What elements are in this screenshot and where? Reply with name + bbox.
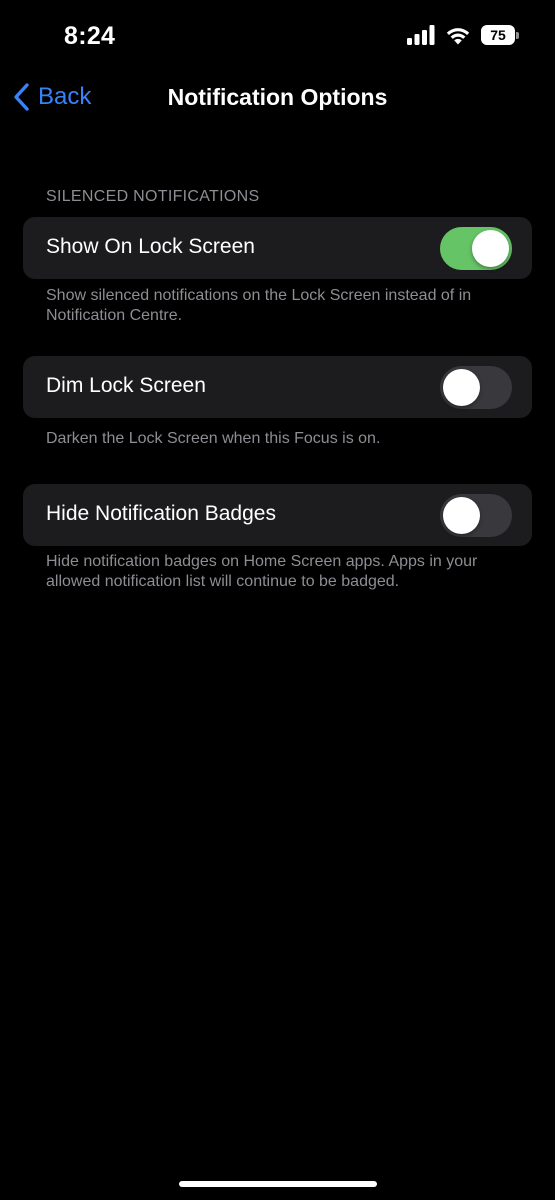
toggle-knob <box>443 497 480 534</box>
setting-footer: Darken the Lock Screen when this Focus i… <box>46 430 381 447</box>
hide-notification-badges-row: Hide Notification Badges <box>23 484 532 546</box>
setting-label: Hide Notification Badges <box>46 502 276 525</box>
status-icons: 75 <box>407 24 519 46</box>
toggle-knob <box>472 230 509 267</box>
battery-cap <box>516 31 519 39</box>
battery-icon: 75 <box>481 24 519 46</box>
hide-notification-badges-toggle[interactable] <box>440 494 512 537</box>
show-on-lock-screen-toggle[interactable] <box>440 227 512 270</box>
show-on-lock-screen-row: Show On Lock Screen <box>23 217 532 279</box>
setting-footer: Hide notification badges on Home Screen … <box>46 553 478 590</box>
setting-label: Dim Lock Screen <box>46 374 206 397</box>
home-indicator[interactable] <box>179 1181 377 1187</box>
dim-lock-screen-row: Dim Lock Screen <box>23 356 532 418</box>
status-bar: 8:24 75 <box>0 0 555 70</box>
dim-lock-screen-toggle[interactable] <box>440 366 512 409</box>
status-time: 8:24 <box>64 22 116 50</box>
battery-level: 75 <box>481 25 515 45</box>
setting-footer: Show silenced notifications on the Lock … <box>46 287 472 324</box>
page-title: Notification Options <box>167 84 388 110</box>
setting-label: Show On Lock Screen <box>46 235 255 258</box>
signal-icon <box>407 25 435 45</box>
section-header: SILENCED NOTIFICATIONS <box>46 188 260 205</box>
toggle-knob <box>443 369 480 406</box>
navigation-bar: Back Notification Options <box>0 70 555 128</box>
wifi-icon <box>446 28 470 45</box>
